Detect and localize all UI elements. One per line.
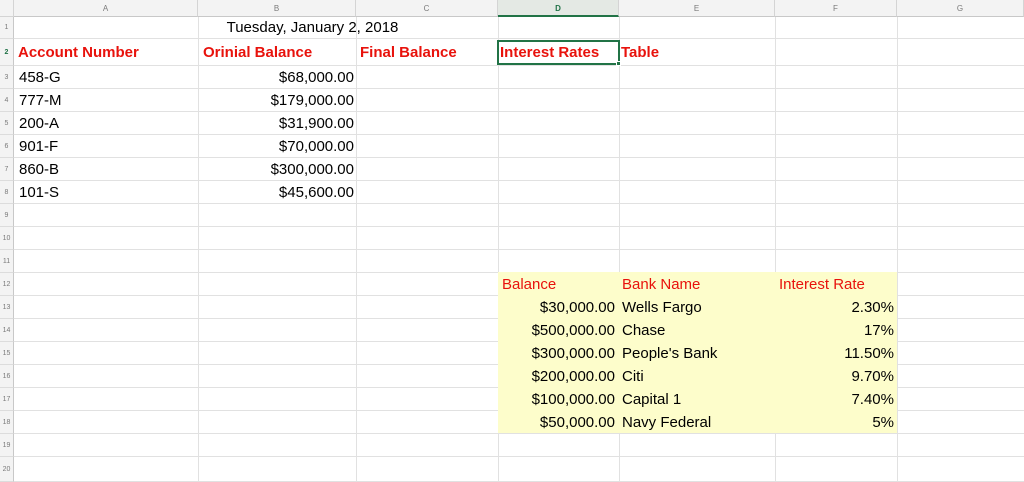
- rates-balance-cell[interactable]: $300,000.00: [498, 342, 615, 365]
- rates-bank-cell[interactable]: Capital 1: [622, 388, 681, 411]
- column-header-f[interactable]: F: [775, 0, 897, 17]
- row-header[interactable]: 6: [0, 135, 14, 158]
- cell-selection[interactable]: [497, 40, 620, 65]
- header-final-balance[interactable]: Final Balance: [360, 39, 457, 65]
- row-header[interactable]: 9: [0, 204, 14, 227]
- rates-balance-cell[interactable]: $500,000.00: [498, 319, 615, 342]
- column-header-d[interactable]: D: [498, 0, 619, 17]
- grid-line: [14, 157, 1024, 158]
- rates-rate-cell[interactable]: 17%: [775, 319, 894, 342]
- fill-handle[interactable]: [616, 61, 621, 66]
- rates-balance-cell[interactable]: $50,000.00: [498, 411, 615, 434]
- rates-header-bank[interactable]: Bank Name: [622, 273, 700, 296]
- rates-balance-cell[interactable]: $30,000.00: [498, 296, 615, 319]
- rates-rate-cell[interactable]: 7.40%: [775, 388, 894, 411]
- header-account-number[interactable]: Account Number: [18, 39, 139, 65]
- row-header[interactable]: 3: [0, 66, 14, 89]
- rates-rate-cell[interactable]: 9.70%: [775, 365, 894, 388]
- grid-line: [14, 65, 1024, 66]
- rates-header-rate[interactable]: Interest Rate: [779, 273, 865, 296]
- original-balance-cell[interactable]: $300,000.00: [198, 158, 354, 181]
- account-number-cell[interactable]: 901-F: [19, 135, 58, 158]
- rates-bank-cell[interactable]: Chase: [622, 319, 665, 342]
- date-title[interactable]: Tuesday, January 2, 2018: [198, 17, 427, 38]
- row-header[interactable]: 13: [0, 296, 14, 319]
- row-header[interactable]: 14: [0, 319, 14, 342]
- row-header[interactable]: 8: [0, 181, 14, 204]
- rates-rate-cell[interactable]: 11.50%: [775, 342, 894, 365]
- grid-line: [14, 88, 1024, 89]
- original-balance-cell[interactable]: $45,600.00: [198, 181, 354, 204]
- original-balance-cell[interactable]: $31,900.00: [198, 112, 354, 135]
- account-number-cell[interactable]: 777-M: [19, 89, 62, 112]
- grid-line: [14, 203, 1024, 204]
- grid-line: [14, 226, 1024, 227]
- row-header[interactable]: 18: [0, 411, 14, 434]
- grid-line: [14, 180, 1024, 181]
- rates-bank-cell[interactable]: People's Bank: [622, 342, 717, 365]
- original-balance-cell[interactable]: $179,000.00: [198, 89, 354, 112]
- row-header[interactable]: 17: [0, 388, 14, 411]
- row-header[interactable]: 15: [0, 342, 14, 365]
- row-header[interactable]: 11: [0, 250, 14, 273]
- rates-balance-cell[interactable]: $100,000.00: [498, 388, 615, 411]
- row-header[interactable]: 20: [0, 457, 14, 482]
- row-header[interactable]: 16: [0, 365, 14, 388]
- account-number-cell[interactable]: 458-G: [19, 66, 61, 89]
- original-balance-cell[interactable]: $70,000.00: [198, 135, 354, 158]
- rates-bank-cell[interactable]: Wells Fargo: [622, 296, 702, 319]
- row-header[interactable]: 12: [0, 273, 14, 296]
- original-balance-cell[interactable]: $68,000.00: [198, 66, 354, 89]
- row-header[interactable]: 7: [0, 158, 14, 181]
- column-header-a[interactable]: A: [14, 0, 198, 17]
- header-table[interactable]: Table: [621, 39, 659, 65]
- row-header[interactable]: 10: [0, 227, 14, 250]
- rates-bank-cell[interactable]: Citi: [622, 365, 644, 388]
- rates-bank-cell[interactable]: Navy Federal: [622, 411, 711, 434]
- column-header-c[interactable]: C: [356, 0, 498, 17]
- account-number-cell[interactable]: 101-S: [19, 181, 59, 204]
- row-header[interactable]: 5: [0, 112, 14, 135]
- row-header[interactable]: 1: [0, 17, 14, 39]
- rates-rate-cell[interactable]: 5%: [775, 411, 894, 434]
- account-number-cell[interactable]: 200-A: [19, 112, 59, 135]
- rates-header-balance[interactable]: Balance: [502, 273, 556, 296]
- select-all-corner[interactable]: [0, 0, 14, 17]
- spreadsheet[interactable]: A B C D E F G 1 2 3 4 5 6 7 8 9 10 11 12 13 14 15 16 17 1…: [0, 0, 1024, 482]
- rates-balance-cell[interactable]: $200,000.00: [498, 365, 615, 388]
- column-header-b[interactable]: B: [198, 0, 356, 17]
- grid-line: [14, 134, 1024, 135]
- grid-line: [14, 456, 1024, 457]
- grid-line: [14, 249, 1024, 250]
- row-header[interactable]: 4: [0, 89, 14, 112]
- row-header[interactable]: 2: [0, 39, 14, 66]
- account-number-cell[interactable]: 860-B: [19, 158, 59, 181]
- rates-rate-cell[interactable]: 2.30%: [775, 296, 894, 319]
- column-header-g[interactable]: G: [897, 0, 1024, 17]
- grid-line: [14, 111, 1024, 112]
- column-header-e[interactable]: E: [619, 0, 775, 17]
- row-header[interactable]: 19: [0, 434, 14, 457]
- header-original-balance[interactable]: Orinial Balance: [203, 39, 312, 65]
